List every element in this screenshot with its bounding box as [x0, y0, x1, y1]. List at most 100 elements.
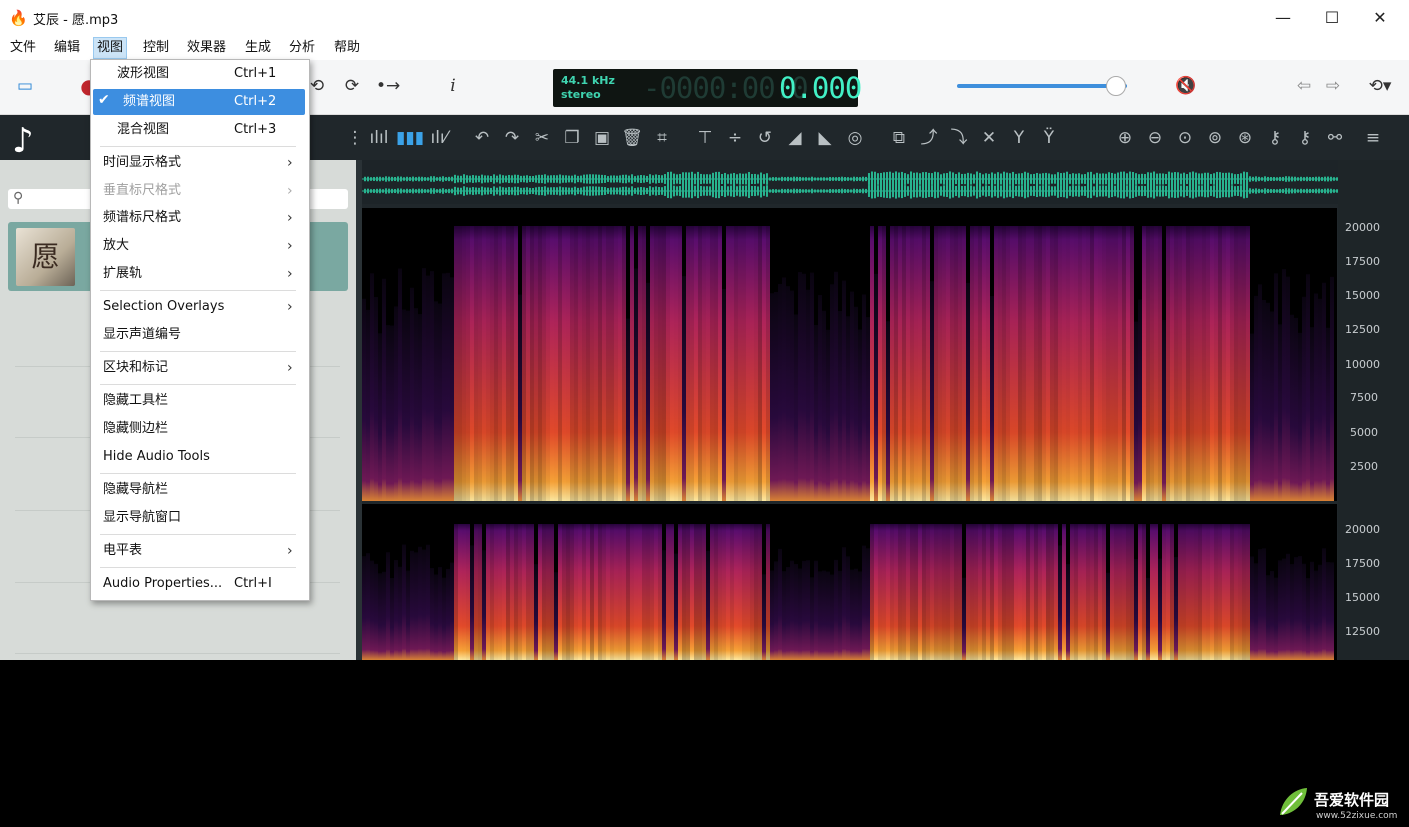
crossfade-icon[interactable]: ✕ — [976, 126, 1002, 150]
merge-icon[interactable]: Y — [1006, 126, 1032, 150]
spectrogram-column — [510, 524, 514, 660]
menu-edit[interactable]: 编辑 — [51, 38, 83, 58]
menu-item-spectrum-ruler-format[interactable]: 频谱标尺格式 › — [91, 205, 307, 231]
menu-item-regions-markers[interactable]: 区块和标记 › — [91, 355, 307, 381]
menu-item-audio-properties[interactable]: Audio Properties... Ctrl+I — [91, 571, 307, 597]
menu-item-level-meter[interactable]: 电平表 › — [91, 538, 307, 564]
maximize-button[interactable]: ☐ — [1309, 0, 1355, 36]
volume-slider[interactable] — [957, 84, 1127, 88]
spectrogram-column — [426, 275, 430, 501]
copy-icon[interactable]: ❐ — [559, 126, 585, 150]
spectrogram-column — [710, 226, 714, 501]
spectrogram-left-channel[interactable] — [362, 208, 1337, 501]
close-button[interactable]: ✕ — [1357, 0, 1403, 36]
spectrogram-column — [1314, 570, 1318, 660]
repeat-icon[interactable]: ⟳ — [340, 74, 364, 98]
spectrogram-column — [530, 226, 534, 501]
redo-icon[interactable]: ↷ — [499, 126, 525, 150]
mute-speaker-icon[interactable]: 🔇 — [1174, 74, 1198, 98]
menu-item-hide-navigation-bar[interactable]: 隐藏导航栏 — [91, 477, 307, 503]
spectrogram-column — [1294, 557, 1298, 660]
noise-icon[interactable]: ◎ — [842, 126, 868, 150]
mixed-view-icon[interactable]: ılı⁄ — [426, 126, 452, 150]
waveform-overview[interactable] — [362, 160, 1340, 204]
zoom-out-icon[interactable]: ⊖ — [1142, 126, 1168, 150]
volume-slider-knob[interactable] — [1106, 76, 1127, 96]
zoom-selection-icon[interactable]: ⊚ — [1202, 126, 1228, 150]
zoom-fit-icon[interactable]: ⊙ — [1172, 126, 1198, 150]
fade-in-icon[interactable]: ◢ — [782, 126, 808, 150]
spectrogram-column — [794, 314, 798, 501]
spectrogram-column — [906, 524, 910, 660]
spectrogram-column — [1094, 524, 1098, 660]
menu-item-time-format[interactable]: 时间显示格式 › — [91, 150, 307, 176]
menu-item-show-navigation-window[interactable]: 显示导航窗口 — [91, 505, 307, 531]
menu-item-selection-overlays[interactable]: Selection Overlays › — [91, 294, 307, 320]
paste-icon[interactable]: ▣ — [589, 126, 615, 150]
spectrogram-column — [562, 524, 566, 660]
menu-item-show-channel-numbers[interactable]: 显示声道编号 — [91, 322, 307, 348]
fade-out-icon[interactable]: ◣ — [812, 126, 838, 150]
spectrogram-column — [1218, 226, 1222, 501]
menu-analyze[interactable]: 分析 — [286, 38, 318, 58]
spectrogram-column — [694, 226, 698, 501]
ruler-label: 5000 — [1350, 426, 1378, 439]
menu-control[interactable]: 控制 — [140, 38, 172, 58]
minimize-button[interactable]: — — [1260, 0, 1306, 36]
link-icon[interactable]: ⚯ — [1322, 126, 1348, 150]
duplicate-icon[interactable]: ⧉ — [886, 126, 912, 150]
spectrogram-column — [910, 226, 914, 501]
spectrogram-column — [1018, 524, 1022, 660]
zoom-in-icon[interactable]: ⊕ — [1112, 126, 1138, 150]
menu-effects[interactable]: 效果器 — [184, 38, 229, 58]
cut-icon[interactable]: ✂ — [529, 126, 555, 150]
menu-item-mixed-view[interactable]: 混合视图 Ctrl+3 — [91, 117, 307, 143]
zoom-reset-icon[interactable]: ⊛ — [1232, 126, 1258, 150]
waveform-view-icon[interactable]: ılıl — [366, 126, 392, 150]
menu-item-zoom[interactable]: 放大 › — [91, 233, 307, 259]
follow-playhead-icon[interactable]: •→ — [376, 74, 400, 98]
crop-icon[interactable]: ⌗ — [649, 126, 675, 150]
spectrogram-column — [782, 277, 786, 501]
spectrogram-column — [1186, 524, 1190, 660]
menu-item-hide-sidebar[interactable]: 隐藏侧边栏 — [91, 416, 307, 442]
split-icon[interactable]: ÷ — [722, 126, 748, 150]
forward-arrow-icon[interactable]: ⇨ — [1321, 74, 1345, 98]
spectrogram-column — [1130, 524, 1134, 660]
merge-alt-icon[interactable]: Ÿ — [1036, 126, 1062, 150]
menu-help[interactable]: 帮助 — [331, 38, 363, 58]
spectrogram-column — [466, 524, 470, 660]
meter-icon[interactable]: ≡ — [1360, 126, 1386, 150]
menu-file[interactable]: 文件 — [7, 38, 39, 58]
curve-out-icon[interactable]: ⤵ — [946, 126, 972, 150]
info-icon[interactable]: i — [441, 74, 465, 98]
align-top-icon[interactable]: ⊤ — [692, 126, 718, 150]
spectrogram-column — [438, 567, 442, 660]
menu-item-spectrogram-view[interactable]: 频谱视图 Ctrl+2 — [93, 89, 305, 115]
delete-icon[interactable]: 🗑 — [619, 126, 645, 150]
history-icon[interactable]: ⟲▾ — [1362, 74, 1398, 98]
menu-item-hide-audio-tools[interactable]: Hide Audio Tools — [91, 444, 307, 470]
undo-icon[interactable]: ↶ — [469, 126, 495, 150]
spectrogram-column — [1006, 226, 1010, 501]
curve-in-icon[interactable]: ⤴ — [916, 126, 942, 150]
back-arrow-icon[interactable]: ⇦ — [1292, 74, 1316, 98]
menu-item-hide-toolbar[interactable]: 隐藏工具栏 — [91, 388, 307, 414]
key-icon[interactable]: ⚷ — [1262, 126, 1288, 150]
reverse-icon[interactable]: ↺ — [752, 126, 778, 150]
spectrogram-column — [786, 286, 790, 501]
spectrogram-column — [498, 524, 502, 660]
menu-item-expand-track[interactable]: 扩展轨 › — [91, 261, 307, 287]
spectrogram-column — [1282, 269, 1286, 501]
spectrogram-view-icon[interactable]: ▮▮▮ — [396, 126, 424, 150]
spectrogram-column — [582, 226, 586, 501]
menu-view[interactable]: 视图 — [93, 37, 128, 59]
key-alt-icon[interactable]: ⚷ — [1292, 126, 1318, 150]
submenu-arrow-icon: › — [287, 155, 293, 171]
menu-generate[interactable]: 生成 — [242, 38, 274, 58]
spectrogram-column — [826, 329, 830, 501]
sidebar-toggle-icon[interactable]: ▭ — [13, 74, 37, 98]
menu-item-waveform-view[interactable]: 波形视图 Ctrl+1 — [91, 61, 307, 87]
spectrogram-column — [630, 524, 634, 660]
spectrogram-right-channel[interactable] — [362, 504, 1337, 660]
